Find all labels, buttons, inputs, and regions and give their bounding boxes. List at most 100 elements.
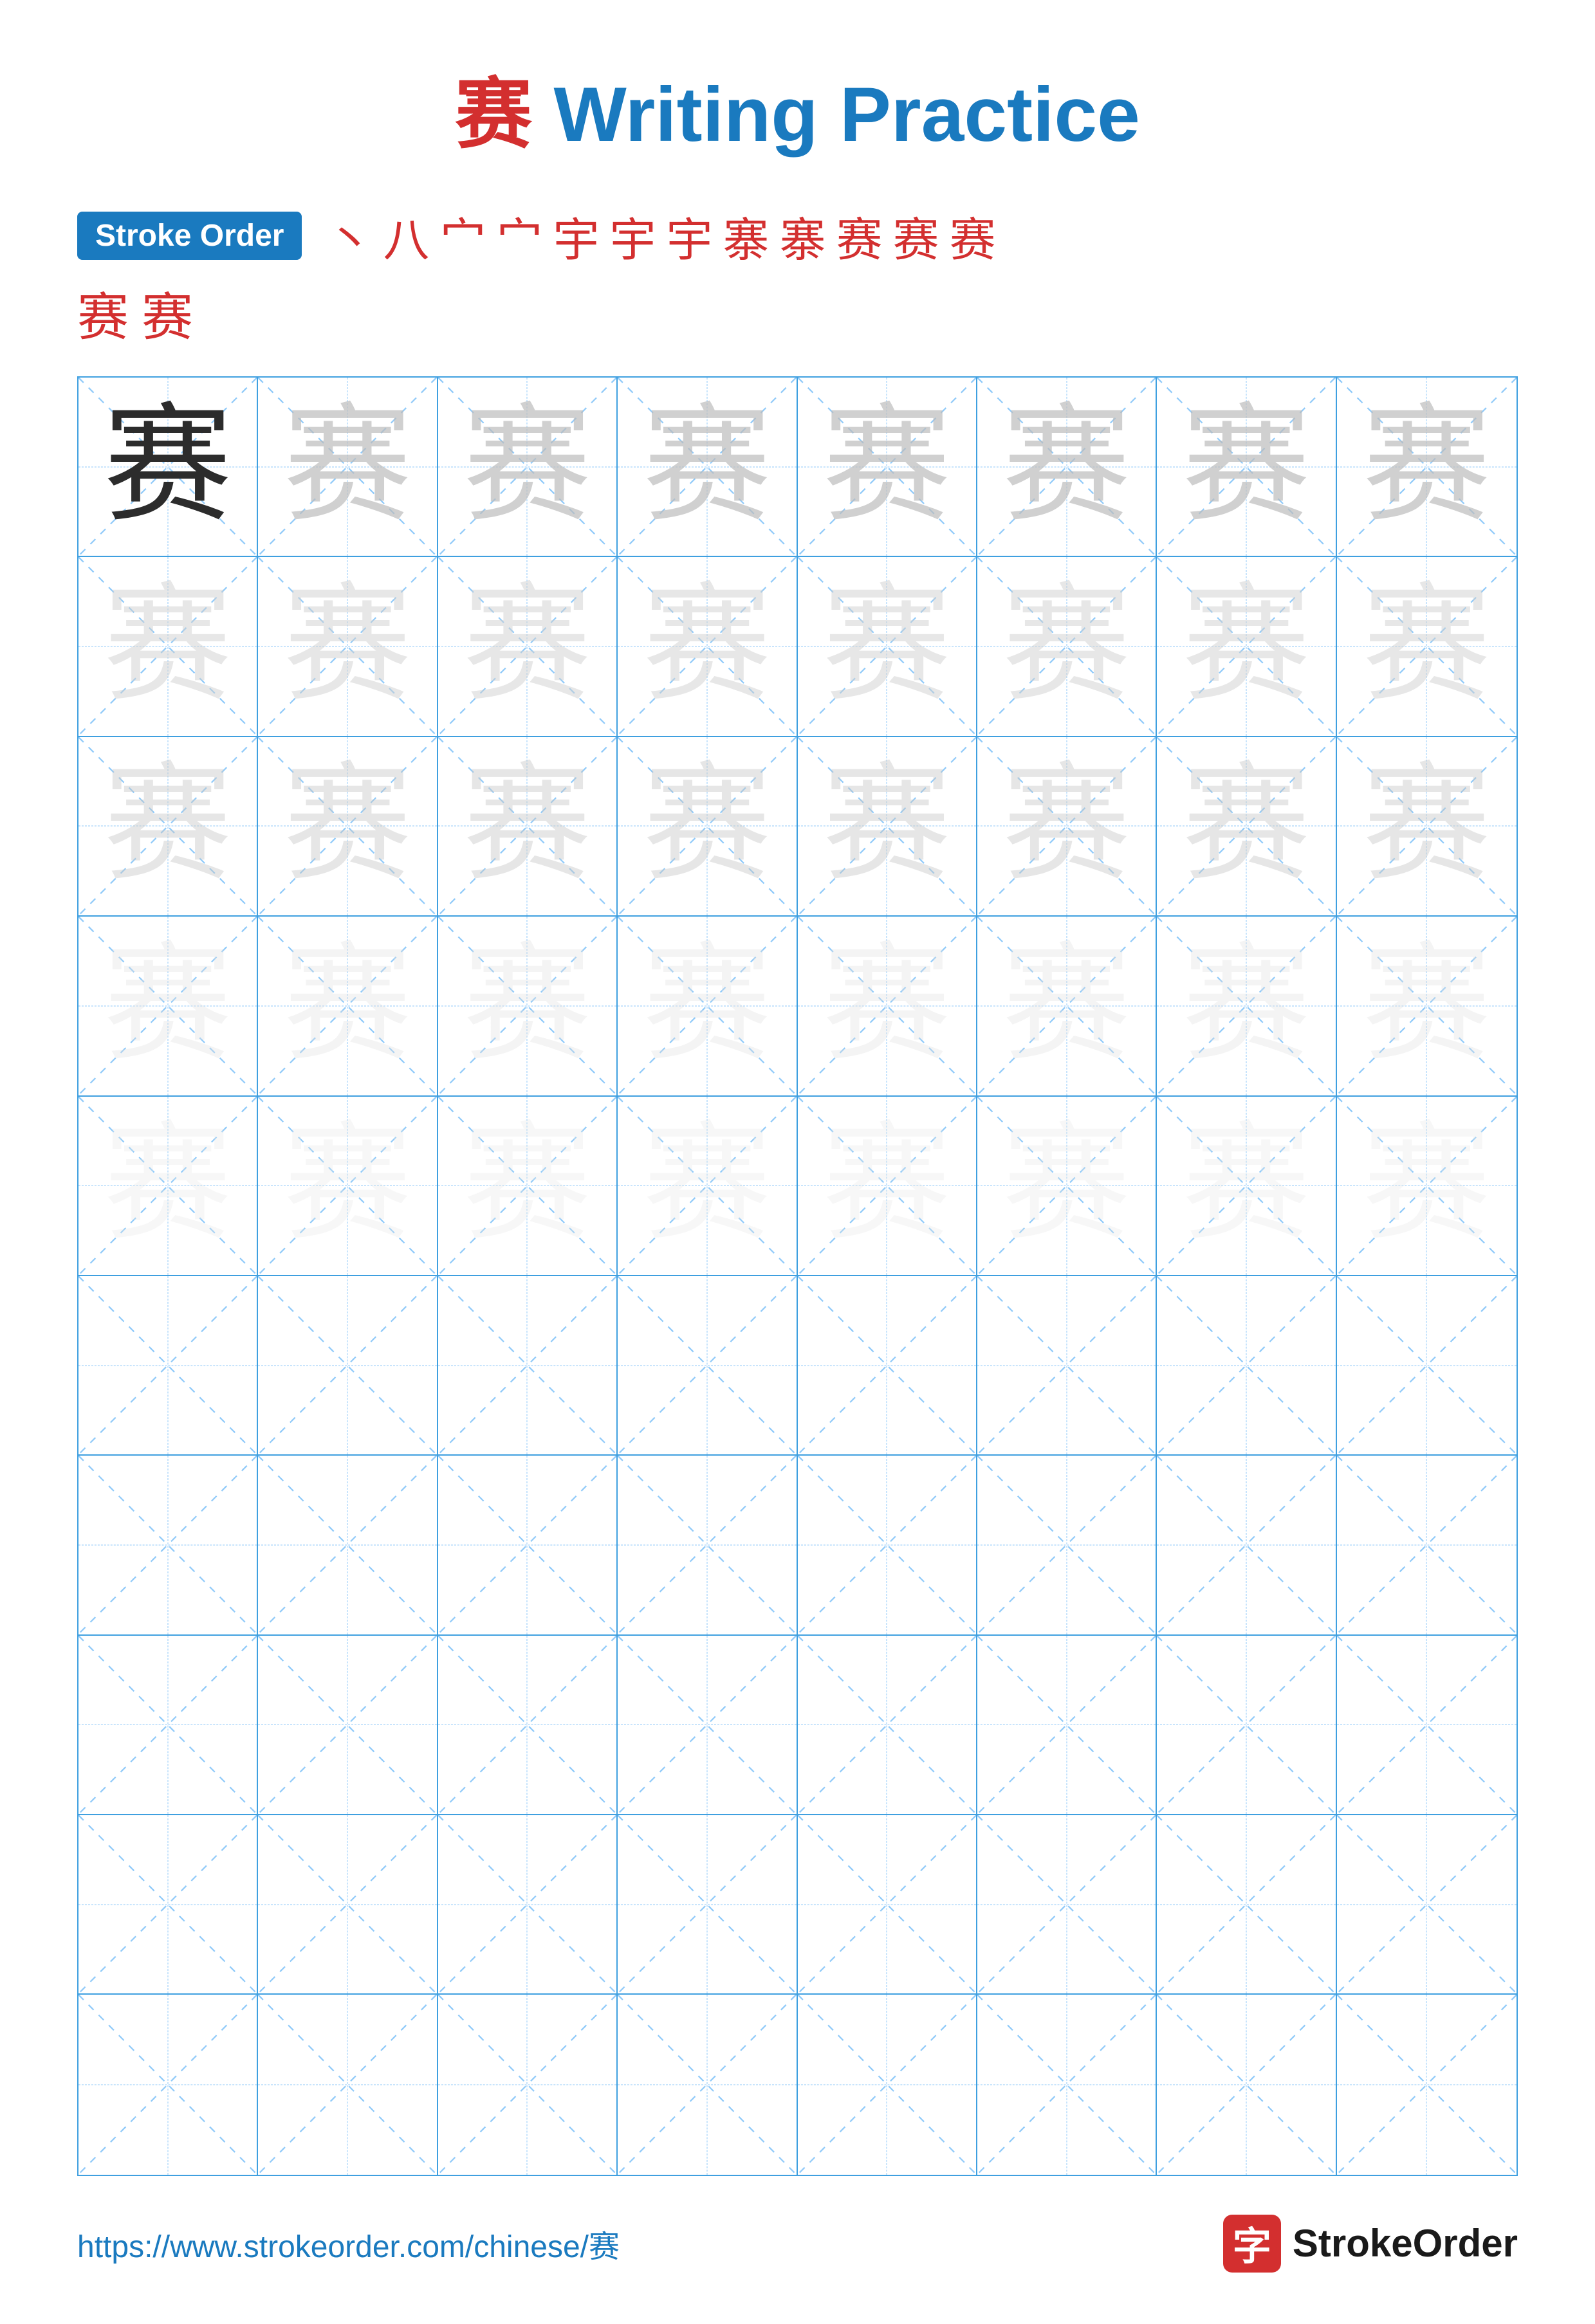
grid-cell-3-6[interactable]: 赛 <box>977 737 1157 917</box>
grid-cell-10-4[interactable] <box>618 1995 797 2174</box>
grid-cell-3-8[interactable]: 赛 <box>1337 737 1517 917</box>
grid-cell-4-5[interactable]: 赛 <box>798 917 977 1096</box>
grid-cell-6-4[interactable] <box>618 1276 797 1456</box>
grid-cell-10-5[interactable] <box>798 1995 977 2174</box>
grid-cell-6-5[interactable] <box>798 1276 977 1456</box>
grid-cell-6-2[interactable] <box>258 1276 438 1456</box>
page-title: 赛 Writing Practice <box>455 51 1140 163</box>
grid-cell-5-3[interactable]: 赛 <box>438 1097 618 1276</box>
grid-cell-5-1[interactable]: 赛 <box>78 1097 258 1276</box>
grid-cell-9-8[interactable] <box>1337 1815 1517 1995</box>
stroke-char-7: 宇 <box>667 202 713 270</box>
stroke-char-3: 宀 <box>439 202 486 270</box>
grid-cell-1-6[interactable]: 赛 <box>977 378 1157 557</box>
char-light: 赛 <box>643 403 771 531</box>
footer-url[interactable]: https://www.strokeorder.com/chinese/赛 <box>77 2221 620 2266</box>
grid-cell-3-2[interactable]: 赛 <box>258 737 438 917</box>
grid-cell-8-8[interactable] <box>1337 1636 1517 1815</box>
title-text: Writing Practice <box>532 71 1140 158</box>
grid-cell-3-5[interactable]: 赛 <box>798 737 977 917</box>
grid-cell-4-1[interactable]: 赛 <box>78 917 258 1096</box>
grid-cell-7-4[interactable] <box>618 1456 797 1635</box>
grid-cell-1-8[interactable]: 赛 <box>1337 378 1517 557</box>
grid-cell-7-3[interactable] <box>438 1456 618 1635</box>
char-light: 赛 <box>822 403 951 531</box>
grid-cell-2-2[interactable]: 赛 <box>258 557 438 737</box>
stroke-char-6: 宇 <box>610 202 656 270</box>
grid-row-6 <box>78 1276 1517 1456</box>
grid-cell-10-2[interactable] <box>258 1995 438 2174</box>
grid-cell-8-6[interactable] <box>977 1636 1157 1815</box>
grid-cell-6-8[interactable] <box>1337 1276 1517 1456</box>
grid-cell-1-4[interactable]: 赛 <box>618 378 797 557</box>
grid-cell-2-6[interactable]: 赛 <box>977 557 1157 737</box>
grid-cell-5-5[interactable]: 赛 <box>798 1097 977 1276</box>
char-light: 赛 <box>1182 403 1311 531</box>
grid-cell-9-6[interactable] <box>977 1815 1157 1995</box>
grid-cell-9-4[interactable] <box>618 1815 797 1995</box>
grid-row-4: 赛 赛 赛 赛 赛 赛 赛 <box>78 917 1517 1096</box>
grid-cell-9-2[interactable] <box>258 1815 438 1995</box>
grid-cell-4-8[interactable]: 赛 <box>1337 917 1517 1096</box>
grid-cell-8-3[interactable] <box>438 1636 618 1815</box>
grid-cell-10-6[interactable] <box>977 1995 1157 2174</box>
grid-row-1: 赛 赛 赛 赛 赛 赛 赛 <box>78 378 1517 557</box>
grid-cell-7-2[interactable] <box>258 1456 438 1635</box>
grid-cell-4-4[interactable]: 赛 <box>618 917 797 1096</box>
grid-cell-8-5[interactable] <box>798 1636 977 1815</box>
grid-cell-7-7[interactable] <box>1157 1456 1336 1635</box>
grid-cell-3-7[interactable]: 赛 <box>1157 737 1336 917</box>
grid-cell-1-2[interactable]: 赛 <box>258 378 438 557</box>
grid-cell-1-1[interactable]: 赛 <box>78 378 258 557</box>
grid-cell-3-1[interactable]: 赛 <box>78 737 258 917</box>
grid-cell-4-3[interactable]: 赛 <box>438 917 618 1096</box>
grid-cell-2-4[interactable]: 赛 <box>618 557 797 737</box>
grid-cell-3-3[interactable]: 赛 <box>438 737 618 917</box>
grid-cell-9-7[interactable] <box>1157 1815 1336 1995</box>
grid-cell-6-1[interactable] <box>78 1276 258 1456</box>
grid-cell-8-4[interactable] <box>618 1636 797 1815</box>
title-chinese-char: 赛 <box>455 71 532 158</box>
grid-cell-8-7[interactable] <box>1157 1636 1336 1815</box>
grid-cell-1-3[interactable]: 赛 <box>438 378 618 557</box>
char-light: 赛 <box>1362 403 1491 531</box>
grid-cell-4-6[interactable]: 赛 <box>977 917 1157 1096</box>
grid-cell-7-6[interactable] <box>977 1456 1157 1635</box>
grid-cell-9-1[interactable] <box>78 1815 258 1995</box>
grid-cell-6-6[interactable] <box>977 1276 1157 1456</box>
grid-cell-10-8[interactable] <box>1337 1995 1517 2174</box>
stroke-order-extra: 赛 赛 <box>77 276 1518 351</box>
stroke-char-5: 宇 <box>553 202 600 270</box>
grid-cell-7-1[interactable] <box>78 1456 258 1635</box>
grid-cell-6-7[interactable] <box>1157 1276 1336 1456</box>
stroke-char-9: 寨 <box>780 202 826 270</box>
grid-cell-6-3[interactable] <box>438 1276 618 1456</box>
grid-cell-2-8[interactable]: 赛 <box>1337 557 1517 737</box>
stroke-char-8: 寨 <box>723 202 770 270</box>
grid-cell-4-7[interactable]: 赛 <box>1157 917 1336 1096</box>
grid-cell-1-5[interactable]: 赛 <box>798 378 977 557</box>
grid-cell-2-3[interactable]: 赛 <box>438 557 618 737</box>
grid-cell-3-4[interactable]: 赛 <box>618 737 797 917</box>
grid-cell-8-1[interactable] <box>78 1636 258 1815</box>
grid-cell-10-7[interactable] <box>1157 1995 1336 2174</box>
grid-cell-2-7[interactable]: 赛 <box>1157 557 1336 737</box>
grid-row-3: 赛 赛 赛 赛 赛 赛 赛 <box>78 737 1517 917</box>
grid-cell-5-7[interactable]: 赛 <box>1157 1097 1336 1276</box>
grid-cell-5-8[interactable]: 赛 <box>1337 1097 1517 1276</box>
grid-cell-10-1[interactable] <box>78 1995 258 2174</box>
grid-cell-9-5[interactable] <box>798 1815 977 1995</box>
grid-cell-2-5[interactable]: 赛 <box>798 557 977 737</box>
grid-cell-9-3[interactable] <box>438 1815 618 1995</box>
grid-cell-7-8[interactable] <box>1337 1456 1517 1635</box>
grid-cell-10-3[interactable] <box>438 1995 618 2174</box>
grid-cell-4-2[interactable]: 赛 <box>258 917 438 1096</box>
grid-cell-5-2[interactable]: 赛 <box>258 1097 438 1276</box>
logo-icon: 字 <box>1223 2215 1281 2273</box>
grid-cell-5-4[interactable]: 赛 <box>618 1097 797 1276</box>
grid-cell-8-2[interactable] <box>258 1636 438 1815</box>
grid-cell-7-5[interactable] <box>798 1456 977 1635</box>
grid-cell-1-7[interactable]: 赛 <box>1157 378 1336 557</box>
grid-cell-2-1[interactable]: 赛 <box>78 557 258 737</box>
grid-cell-5-6[interactable]: 赛 <box>977 1097 1157 1276</box>
